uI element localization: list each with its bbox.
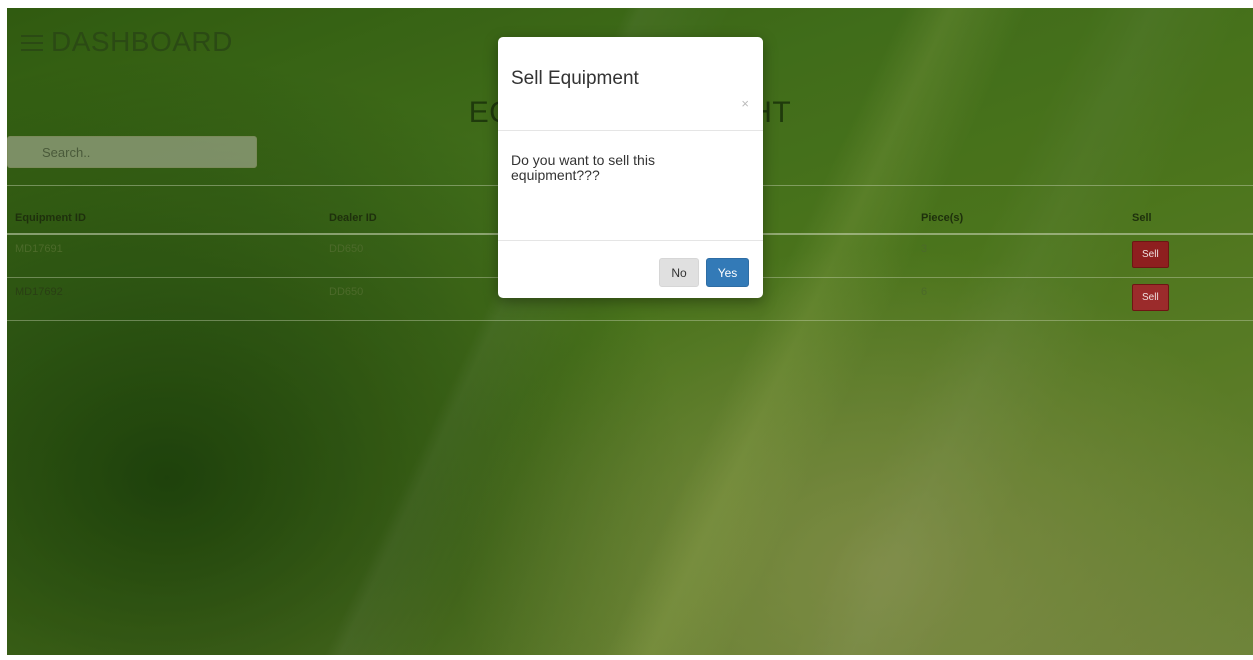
no-button[interactable]: No xyxy=(659,258,699,287)
sell-cell: Sell xyxy=(1124,277,1253,321)
yes-button[interactable]: Yes xyxy=(706,258,749,287)
sell-button[interactable]: Sell xyxy=(1132,284,1169,311)
sell-equipment-modal: Sell Equipment × Do you want to sell thi… xyxy=(498,37,763,298)
equipment-id-cell: MD17691 xyxy=(7,234,321,278)
modal-footer: No Yes xyxy=(498,241,763,298)
modal-message: Do you want to sell this equipment??? xyxy=(511,152,655,183)
modal-header: Sell Equipment × xyxy=(498,37,763,131)
equipment-id-cell: MD17692 xyxy=(7,277,321,321)
modal-body: Do you want to sell this equipment??? xyxy=(498,131,763,241)
column-header-sell: Sell xyxy=(1124,204,1253,235)
hamburger-menu-icon[interactable] xyxy=(21,33,43,51)
dashboard-label: DASHBOARD xyxy=(51,26,233,57)
sell-cell: Sell xyxy=(1124,234,1253,278)
close-icon[interactable]: × xyxy=(741,97,749,110)
column-header-pieces: Piece(s) xyxy=(913,204,1124,235)
modal-title: Sell Equipment xyxy=(511,68,639,89)
pieces-cell: 3 xyxy=(913,234,1124,278)
dashboard-header[interactable]: DASHBOARD xyxy=(21,26,233,58)
column-header-equipment-id: Equipment ID xyxy=(7,204,321,235)
sell-button[interactable]: Sell xyxy=(1132,241,1169,268)
search-input[interactable] xyxy=(7,136,257,168)
pieces-cell: 6 xyxy=(913,277,1124,321)
